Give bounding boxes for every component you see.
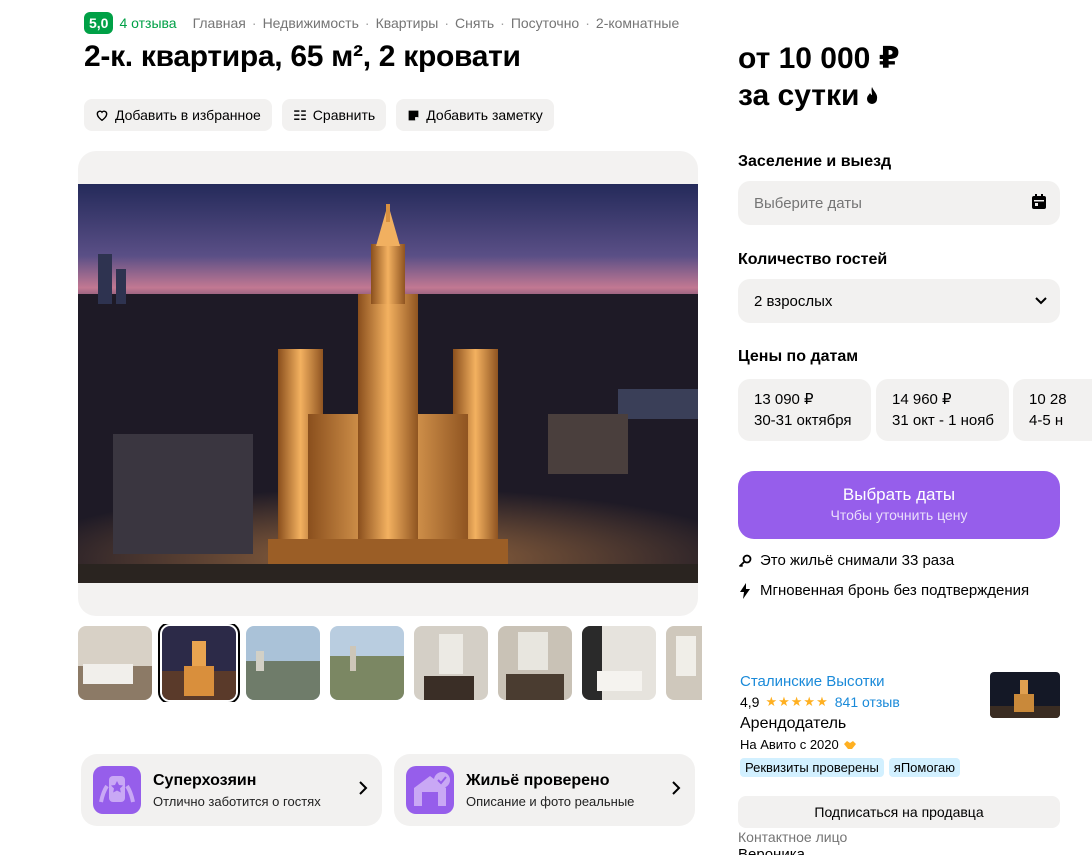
date-price-card[interactable]: 13 090 ₽ 30-31 октября [738, 379, 871, 441]
superhost-subtitle: Отлично заботится о гостях [153, 793, 321, 809]
rating-badge: 5,0 [84, 12, 114, 34]
add-note-button[interactable]: Добавить заметку [396, 99, 554, 131]
breadcrumb-item[interactable]: Посуточно [511, 15, 579, 31]
date-price-value: 13 090 ₽ [754, 391, 814, 408]
seller-tag[interactable]: яПомогаю [888, 758, 961, 777]
breadcrumb-item[interactable]: Недвижимость [263, 15, 359, 31]
seller-since-text: На Авито с 2020 [740, 737, 839, 752]
superhost-icon [93, 766, 141, 814]
seller-rating-value: 4,9 [740, 694, 760, 710]
seller-avatar[interactable] [990, 672, 1060, 718]
thumbnail[interactable] [414, 626, 488, 700]
breadcrumb-separator: · [500, 15, 505, 31]
thumbnail[interactable] [78, 626, 152, 700]
main-photo[interactable] [78, 184, 698, 583]
instant-booking-text: Мгновенная бронь без подтверждения [760, 582, 1030, 599]
price-value: от 10 000 ₽ [738, 42, 900, 75]
date-prices-carousel: 13 090 ₽ 30-31 октября 14 960 ₽ 31 окт -… [738, 379, 1092, 441]
compare-label: Сравнить [312, 107, 376, 123]
chevron-right-icon [672, 781, 681, 795]
guests-select[interactable]: 2 взрослых [738, 279, 1060, 323]
chevron-right-icon [359, 781, 368, 795]
breadcrumb-item[interactable]: Главная [193, 15, 246, 31]
breadcrumb-item[interactable]: 2-комнатные [596, 15, 679, 31]
reviews-link[interactable]: 4 отзыва [119, 15, 176, 31]
add-favorite-button[interactable]: Добавить в избранное [84, 99, 272, 131]
calendar-icon [1032, 194, 1046, 209]
date-price-dates: 30-31 октября [754, 412, 852, 429]
date-price-card[interactable]: 10 28 4-5 н [1013, 379, 1092, 441]
select-dates-sublabel: Чтобы уточнить цену [830, 507, 968, 523]
dates-input[interactable]: Выберите даты [738, 181, 1060, 225]
seller-since: На Авито с 2020 [740, 737, 1060, 752]
instant-booking-info: Мгновенная бронь без подтверждения [738, 582, 1029, 599]
header-row: 5,0 4 отзыва Главная · Недвижимость · Квар… [84, 12, 679, 34]
chevron-down-icon [1035, 297, 1047, 305]
dates-placeholder: Выберите даты [754, 194, 862, 212]
add-favorite-label: Добавить в избранное [115, 107, 261, 123]
breadcrumb-item[interactable]: Снять [455, 15, 494, 31]
thumbnail[interactable] [498, 626, 572, 700]
verified-home-icon [406, 766, 454, 814]
breadcrumb-separator: · [364, 15, 370, 31]
superhost-card[interactable]: Суперхозяин Отлично заботится о гостях [81, 754, 382, 826]
listing-actions: Добавить в избранное Сравнить Добавить з… [84, 99, 554, 131]
select-dates-button[interactable]: Выбрать даты Чтобы уточнить цену [738, 471, 1060, 539]
host-badges: Суперхозяин Отлично заботится о гостях Ж… [81, 754, 695, 826]
verified-listing-card[interactable]: Жильё проверено Описание и фото реальные [394, 754, 695, 826]
rating-stars-icon: ★★★★★ [765, 694, 829, 709]
subscribe-seller-button[interactable]: Подписаться на продавца [738, 796, 1060, 828]
key-icon [738, 554, 752, 567]
rented-count-text: Это жильё снимали 33 раза [760, 552, 955, 569]
select-dates-label: Выбрать даты [842, 485, 956, 504]
thumbnail[interactable] [330, 626, 404, 700]
price-period: за сутки [738, 79, 860, 112]
thumbnail[interactable] [666, 626, 702, 700]
date-price-value: 10 28 [1029, 391, 1067, 408]
breadcrumb-item[interactable]: Квартиры [376, 15, 439, 31]
handshake-icon [843, 740, 856, 749]
date-price-dates: 31 окт - 1 нояб [892, 412, 994, 429]
compare-icon [293, 110, 306, 120]
breadcrumb-separator: · [585, 15, 590, 31]
thumbnail[interactable] [582, 626, 656, 700]
guests-label: Количество гостей [738, 251, 888, 268]
guests-value: 2 взрослых [754, 292, 833, 310]
breadcrumb-separator: · [251, 15, 257, 31]
verified-title: Жильё проверено [466, 771, 610, 789]
prices-by-date-label: Цены по датам [738, 348, 859, 365]
compare-button[interactable]: Сравнить [281, 99, 387, 131]
date-price-dates: 4-5 н [1029, 412, 1064, 429]
lightning-icon [740, 582, 750, 599]
thumbnail-strip [78, 624, 702, 702]
verified-subtitle: Описание и фото реальные [466, 793, 635, 809]
contact-person-label: Контактное лицо [738, 829, 848, 845]
seller-tags: Реквизиты проверены яПомогаю [740, 758, 1060, 777]
photo-gallery[interactable] [78, 151, 698, 616]
breadcrumb: Главная · Недвижимость · Квартиры · Снять · … [193, 15, 680, 31]
breadcrumb-separator: · [444, 15, 450, 31]
contact-person-name: Вероника [738, 846, 805, 855]
rented-count-info: Это жильё снимали 33 раза [738, 552, 954, 569]
heart-icon [96, 110, 108, 122]
superhost-title: Суперхозяин [153, 771, 257, 789]
flame-icon [867, 86, 878, 104]
thumbnail[interactable] [246, 626, 320, 700]
date-price-card[interactable]: 14 960 ₽ 31 окт - 1 нояб [876, 379, 1009, 441]
thumbnail-active[interactable] [158, 624, 240, 702]
note-icon [408, 110, 419, 120]
price-block: от 10 000 ₽ за сутки [738, 40, 900, 114]
date-price-value: 14 960 ₽ [892, 391, 952, 408]
price-period-row: за сутки [738, 77, 900, 114]
seller-tag[interactable]: Реквизиты проверены [740, 758, 884, 777]
page-title: 2-к. квартира, 65 м², 2 кровати [84, 40, 521, 73]
seller-reviews-link[interactable]: 841 отзыв [835, 694, 900, 710]
add-note-label: Добавить заметку [426, 107, 543, 123]
checkin-label: Заселение и выезд [738, 153, 892, 170]
